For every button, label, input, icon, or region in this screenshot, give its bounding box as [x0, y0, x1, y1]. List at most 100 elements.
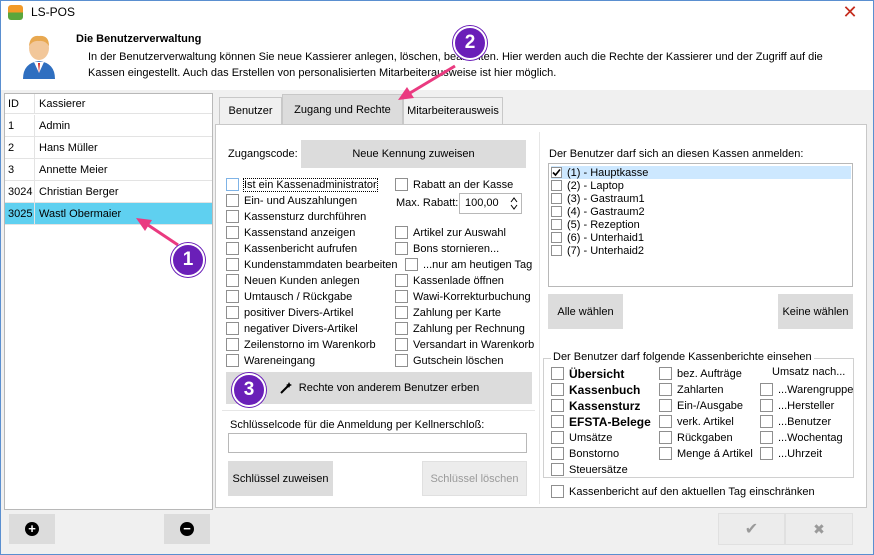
right-checkbox[interactable]: Versandart in Warenkorb	[395, 337, 534, 352]
title-bar: LS-POS ✕	[1, 1, 873, 23]
max-rabatt-spinner[interactable]: 100,00	[459, 193, 522, 214]
plus-icon: +	[25, 522, 39, 536]
right-checkbox[interactable]: Wawi-Korrekturbuchung	[395, 289, 531, 304]
access-code-label: Zugangscode:	[228, 148, 298, 160]
register-item[interactable]: (7) - Unterhaid2	[551, 244, 851, 257]
add-user-button[interactable]: +	[9, 514, 55, 544]
report-checkbox[interactable]: ...Hersteller	[760, 398, 834, 413]
report-checkbox[interactable]: ...Benutzer	[760, 414, 831, 429]
right-checkbox[interactable]: Ist ein Kassenadministrator	[226, 177, 378, 192]
max-rabatt-label: Max. Rabatt:	[396, 197, 459, 209]
right-checkbox[interactable]: Gutschein löschen	[395, 353, 504, 368]
user-name: Admin	[39, 119, 71, 132]
right-checkbox[interactable]: Umtausch / Rückgabe	[226, 289, 352, 304]
right-checkbox[interactable]: positiver Divers-Artikel	[226, 305, 353, 320]
register-item[interactable]: (3) - Gastraum1	[551, 192, 851, 205]
tab-zugang-und-rechte[interactable]: Zugang und Rechte	[282, 94, 403, 124]
report-checkbox[interactable]: Kassensturz	[551, 398, 640, 413]
annotation-badge-1: 1	[171, 243, 205, 277]
divider	[222, 410, 535, 411]
right-checkbox[interactable]: Kassenstand anzeigen	[226, 225, 355, 240]
user-id: 3024	[5, 181, 35, 202]
right-checkbox[interactable]: Artikel zur Auswahl	[395, 225, 506, 240]
register-item[interactable]: (6) - Unterhaid1	[551, 231, 851, 244]
tab-mitarbeiterausweis[interactable]: Mitarbeiterausweis	[403, 97, 503, 124]
report-checkbox[interactable]: Übersicht	[551, 366, 624, 381]
select-none-button[interactable]: Keine wählen	[778, 294, 853, 329]
user-id: 3025	[5, 203, 35, 224]
report-checkbox[interactable]: bez. Aufträge	[659, 366, 742, 381]
right-checkbox[interactable]: Kassensturz durchführen	[226, 209, 366, 224]
user-id: 2	[5, 137, 35, 158]
report-checkbox[interactable]: Zahlarten	[659, 382, 723, 397]
register-list[interactable]: (1) - Hauptkasse (2) - Laptop (3) - Gast…	[548, 163, 853, 287]
annotation-badge-2: 2	[453, 26, 487, 60]
new-code-button[interactable]: Neue Kennung zuweisen	[301, 140, 526, 168]
right-checkbox[interactable]: Kassenbericht aufrufen	[226, 241, 357, 256]
right-checkbox[interactable]: Zeilenstorno im Warenkorb	[226, 337, 376, 352]
report-checkbox[interactable]: Kassenbuch	[551, 382, 640, 397]
user-list[interactable]: ID Kassierer 1 Admin 2 Hans Müller 3 Ann…	[4, 93, 213, 510]
user-id: 3	[5, 159, 35, 180]
user-row[interactable]: 1 Admin	[5, 115, 212, 137]
close-button[interactable]: ✕	[828, 1, 872, 23]
header-panel: Die Benutzerverwaltung In der Benutzerve…	[1, 23, 873, 90]
spinner-arrows-icon[interactable]	[510, 196, 518, 211]
column-header-id[interactable]: ID	[5, 94, 35, 113]
remove-user-button[interactable]: −	[164, 514, 210, 544]
register-item[interactable]: (4) - Gastraum2	[551, 205, 851, 218]
checkmark-icon: ✔	[744, 521, 759, 538]
inherit-rights-label: Rechte von anderem Benutzer erben	[298, 382, 480, 394]
right-checkbox[interactable]: Zahlung per Karte	[395, 305, 501, 320]
cancel-x-icon: ✖	[813, 520, 825, 537]
report-checkbox[interactable]: Umsätze	[551, 430, 612, 445]
max-rabatt-value: 100,00	[465, 197, 499, 209]
register-item[interactable]: (2) - Laptop	[551, 179, 851, 192]
annotation-badge-3: 3	[232, 373, 266, 407]
register-item[interactable]: (5) - Rezeption	[551, 218, 851, 231]
report-checkbox[interactable]: Steuersätze	[551, 462, 628, 477]
user-name: Christian Berger	[39, 185, 119, 198]
select-all-button[interactable]: Alle wählen	[548, 294, 623, 329]
right-checkbox[interactable]: Rabatt an der Kasse	[395, 177, 513, 192]
report-checkbox[interactable]: ...Wochentag	[760, 430, 843, 445]
user-row[interactable]: 3 Annette Meier	[5, 159, 212, 181]
right-checkbox[interactable]: Wareneingang	[226, 353, 315, 368]
restrict-today-checkbox[interactable]: Kassenbericht auf den aktuellen Tag eins…	[551, 484, 815, 499]
assign-key-button[interactable]: Schlüssel zuweisen	[228, 461, 333, 496]
right-checkbox[interactable]: Neuen Kunden anlegen	[226, 273, 360, 288]
key-code-input[interactable]	[228, 433, 527, 453]
report-checkbox[interactable]: verk. Artikel	[659, 414, 734, 429]
right-checkbox[interactable]: Kassenlade öffnen	[395, 273, 504, 288]
tab-benutzer[interactable]: Benutzer	[219, 97, 282, 124]
report-checkbox[interactable]: ...Uhrzeit	[760, 446, 822, 461]
user-row[interactable]: 3024 Christian Berger	[5, 181, 212, 203]
right-checkbox[interactable]: Bons stornieren...	[395, 241, 499, 256]
right-checkbox[interactable]: ...nur am heutigen Tag	[405, 257, 532, 272]
register-item[interactable]: (1) - Hauptkasse	[551, 166, 851, 179]
report-checkbox[interactable]: ...Warengruppe	[760, 382, 853, 397]
minus-icon: −	[180, 522, 194, 536]
report-checkbox[interactable]: Ein-/Ausgabe	[659, 398, 743, 413]
ok-button[interactable]: ✔	[718, 513, 785, 545]
report-checkbox[interactable]: Rückgaben	[659, 430, 733, 445]
right-checkbox[interactable]: Kundenstammdaten bearbeiten	[226, 257, 398, 272]
inherit-rights-button[interactable]: Rechte von anderem Benutzer erben	[226, 372, 532, 404]
checkmark-icon	[552, 168, 561, 177]
right-checkbox[interactable]: Zahlung per Rechnung	[395, 321, 525, 336]
user-row-selected[interactable]: 3025 Wastl Obermaier	[5, 203, 212, 225]
header-title: Die Benutzerverwaltung	[76, 33, 202, 45]
report-checkbox[interactable]: Bonstorno	[551, 446, 619, 461]
user-name: Hans Müller	[39, 141, 98, 154]
user-row[interactable]: 2 Hans Müller	[5, 137, 212, 159]
right-checkbox[interactable]: Ein- und Auszahlungen	[226, 193, 357, 208]
cancel-button[interactable]: ✖	[785, 513, 853, 545]
right-checkbox[interactable]: negativer Divers-Artikel	[226, 321, 358, 336]
report-checkbox[interactable]: EFSTA-Belege	[551, 414, 651, 429]
report-checkbox[interactable]: Menge á Artikel	[659, 446, 753, 461]
app-logo-icon	[8, 5, 23, 20]
delete-key-button[interactable]: Schlüssel löschen	[422, 461, 527, 496]
registers-label: Der Benutzer darf sich an diesen Kassen …	[549, 148, 804, 160]
column-header-kassierer[interactable]: Kassierer	[35, 98, 85, 110]
reports-legend: Der Benutzer darf folgende Kassenbericht…	[551, 351, 814, 363]
